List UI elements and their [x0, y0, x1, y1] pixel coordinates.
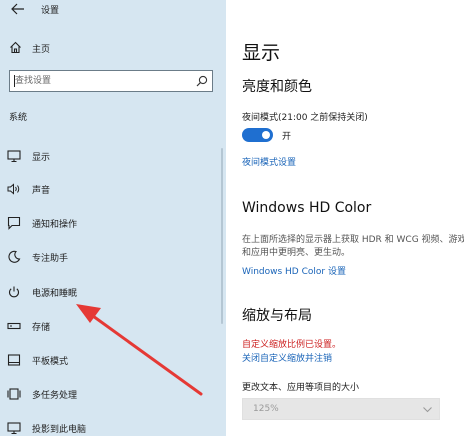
- text-size-label: 更改文本、应用等项目的大小: [242, 383, 360, 393]
- toggle-knob: [262, 131, 270, 139]
- projector-icon: [7, 422, 21, 435]
- search-box[interactable]: [9, 70, 213, 92]
- speaker-icon: [7, 183, 20, 195]
- sidebar-item-notifications[interactable]: 通知和操作: [0, 212, 221, 234]
- search-input[interactable]: [11, 72, 187, 90]
- sidebar-item-sound[interactable]: 声音: [0, 178, 221, 200]
- settings-content: 显示 亮度和颜色 夜间模式(21:00 之前保持关闭) 开 夜间模式设置 Win…: [226, 0, 464, 436]
- sidebar-item-power-sleep[interactable]: 电源和睡眠: [0, 281, 221, 303]
- nav-label: 声音: [32, 186, 51, 196]
- sidebar-item-tablet-mode[interactable]: 平板模式: [0, 349, 221, 371]
- nav-label: 多任务处理: [32, 391, 78, 401]
- night-light-settings-link[interactable]: 夜间模式设置: [242, 155, 296, 168]
- page-title: 显示: [242, 42, 281, 64]
- nav-label: 专注助手: [32, 254, 69, 264]
- title-bar: 设置: [0, 0, 226, 18]
- toggle-state-label: 开: [282, 132, 292, 142]
- moon-icon: [8, 250, 21, 263]
- monitor-icon: [7, 150, 21, 163]
- chevron-down-icon: [423, 407, 432, 413]
- search-icon[interactable]: [196, 75, 208, 87]
- multitask-icon: [7, 388, 21, 400]
- section-label-system: 系统: [9, 113, 28, 123]
- dropdown-value: 125%: [253, 404, 279, 414]
- nav-label: 平板模式: [32, 357, 69, 367]
- scale-layout-heading: 缩放与布局: [242, 308, 312, 324]
- hdr-heading: Windows HD Color: [242, 200, 372, 216]
- hdr-description: 在上面所选择的显示器上获取 HDR 和 WCG 视频、游戏和应用中更明亮、更生动…: [242, 235, 464, 258]
- night-light-toggle[interactable]: [242, 128, 273, 142]
- tablet-icon: [7, 354, 21, 366]
- nav-label: 电源和睡眠: [32, 289, 78, 299]
- sidebar: 设置 主页 系统 显示 声音 通知和操作: [0, 0, 226, 436]
- home-label: 主页: [32, 45, 51, 55]
- storage-icon: [7, 322, 21, 330]
- notification-icon: [7, 216, 21, 230]
- sidebar-scrollbar[interactable]: [221, 148, 223, 324]
- turn-off-custom-scale-link[interactable]: 关闭自定义缩放并注销: [242, 351, 332, 364]
- nav-label: 显示: [32, 153, 51, 163]
- sidebar-item-home[interactable]: 主页: [0, 38, 226, 58]
- custom-scale-warning: 自定义缩放比例已设置。: [242, 340, 342, 350]
- sidebar-item-display[interactable]: 显示: [0, 145, 221, 167]
- sidebar-item-focus-assist[interactable]: 专注助手: [0, 246, 221, 268]
- brightness-heading: 亮度和颜色: [242, 79, 312, 95]
- night-light-label: 夜间模式(21:00 之前保持关闭): [242, 113, 368, 123]
- text-caret: [14, 75, 15, 87]
- power-icon: [8, 286, 20, 298]
- home-icon: [10, 41, 21, 54]
- sidebar-item-project-to-pc[interactable]: 投影到此电脑: [0, 417, 221, 436]
- app-title: 设置: [41, 6, 60, 16]
- nav-label: 通知和操作: [32, 220, 78, 230]
- back-arrow-icon[interactable]: [11, 3, 25, 15]
- hdr-settings-link[interactable]: Windows HD Color 设置: [242, 264, 346, 277]
- scale-dropdown[interactable]: 125%: [242, 398, 440, 420]
- sidebar-item-storage[interactable]: 存储: [0, 315, 221, 337]
- nav-label: 存储: [32, 323, 51, 333]
- sidebar-item-multitasking[interactable]: 多任务处理: [0, 383, 221, 405]
- nav-label: 投影到此电脑: [32, 425, 87, 435]
